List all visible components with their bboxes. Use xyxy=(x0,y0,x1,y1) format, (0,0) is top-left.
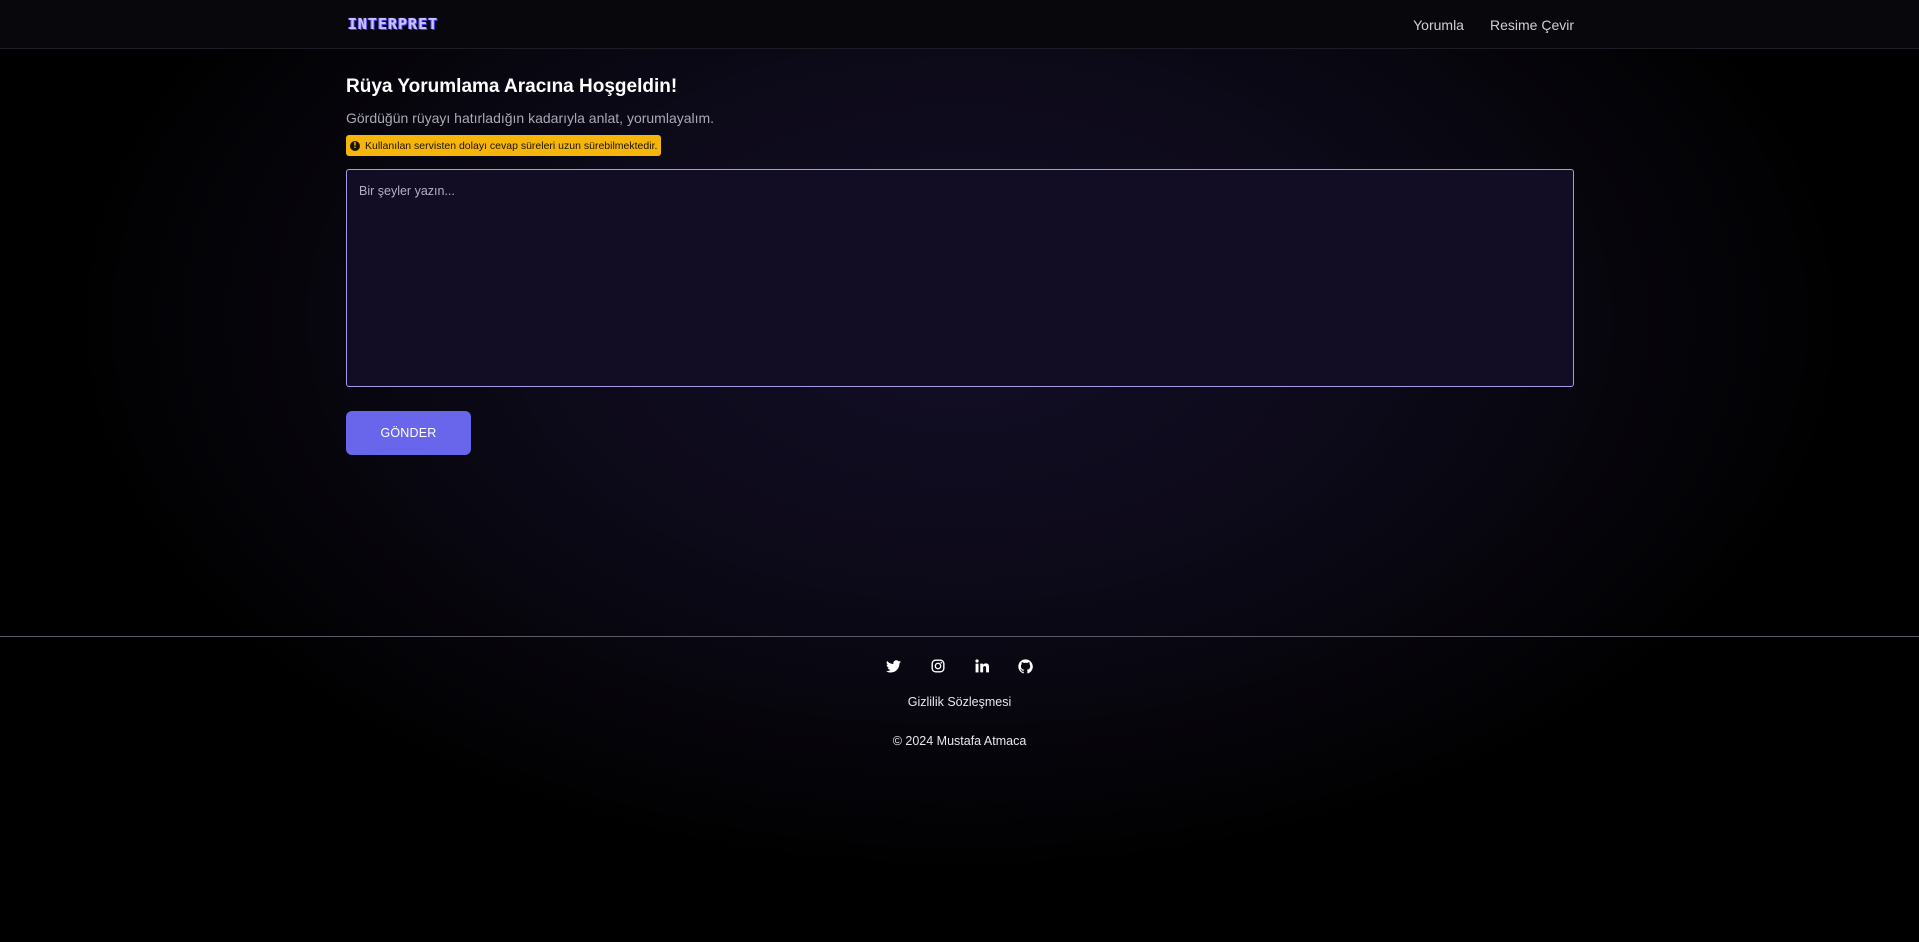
page: INTERPRET Yorumla Resime Çevir Rüya Yoru… xyxy=(0,0,1919,942)
github-icon[interactable] xyxy=(1017,657,1035,675)
footer: Gizlilik Sözleşmesi © 2024 Mustafa Atmac… xyxy=(0,636,1919,942)
warning-text: Kullanılan servisten dolayı cevap sürele… xyxy=(365,139,658,152)
copyright-text: © 2024 Mustafa Atmaca xyxy=(892,734,1027,748)
main-content: Rüya Yorumlama Aracına Hoşgeldin! Gördüğ… xyxy=(346,74,1574,455)
privacy-policy-link[interactable]: Gizlilik Sözleşmesi xyxy=(0,695,1919,709)
nav-item-yorumla[interactable]: Yorumla xyxy=(1413,17,1464,33)
page-title: Rüya Yorumlama Aracına Hoşgeldin! xyxy=(346,76,678,97)
nav-item-resime-cevir[interactable]: Resime Çevir xyxy=(1490,17,1574,33)
social-links xyxy=(0,657,1919,675)
submit-button[interactable]: GÖNDER xyxy=(346,411,471,455)
warning-badge: ! Kullanılan servisten dolayı cevap süre… xyxy=(346,135,662,156)
instagram-icon[interactable] xyxy=(929,657,947,675)
info-icon: ! xyxy=(350,140,360,151)
logo[interactable]: INTERPRET xyxy=(348,14,438,34)
linkedin-icon[interactable] xyxy=(973,657,991,675)
twitter-icon[interactable] xyxy=(885,657,903,675)
page-subtitle: Gördüğün rüyayı hatırladığın kadarıyla a… xyxy=(346,110,715,126)
main-nav: Yorumla Resime Çevir xyxy=(1413,17,1574,33)
dream-text-input[interactable] xyxy=(346,169,1574,387)
top-navbar: INTERPRET Yorumla Resime Çevir xyxy=(0,0,1919,49)
